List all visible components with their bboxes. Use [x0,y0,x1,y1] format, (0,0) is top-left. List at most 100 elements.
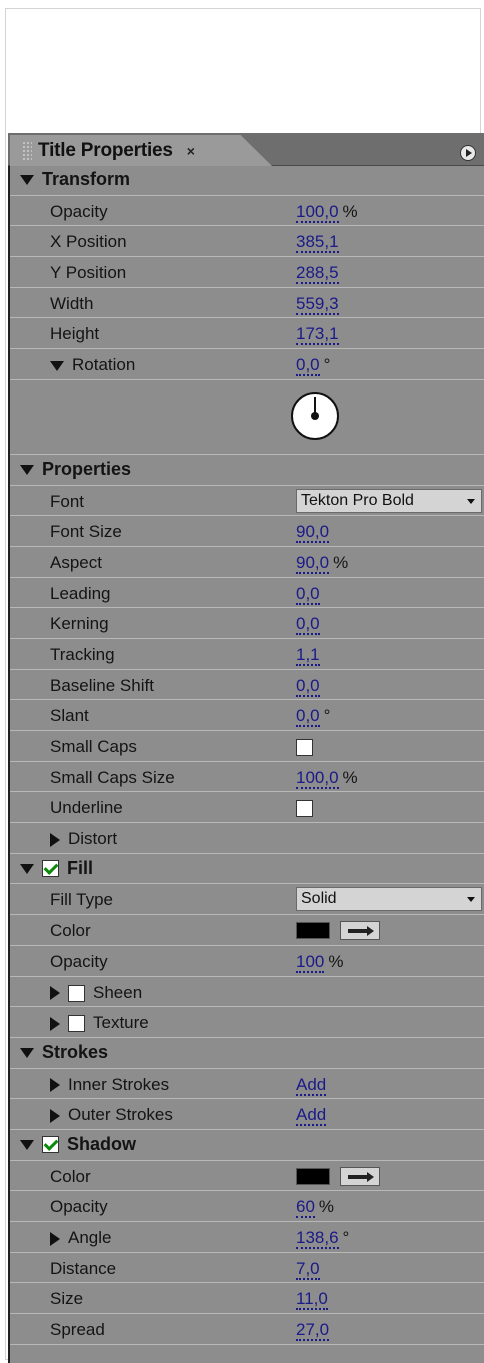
collapse-icon[interactable] [20,174,34,185]
fill-opacity-value[interactable]: 100% [296,951,344,973]
sheen-checkbox[interactable] [68,984,85,1002]
row-underline: Underline [10,792,484,824]
kerning-value[interactable]: 0,0 [296,614,320,636]
section-strokes[interactable]: Strokes [10,1038,484,1069]
add-inner-stroke-link[interactable]: Add [296,1074,327,1096]
baseline-shift-value[interactable]: 0,0 [296,675,320,697]
row-label: Inner Strokes [50,1075,169,1095]
tab-title-properties[interactable]: Title Properties × [10,135,272,166]
chevron-down-icon [467,498,475,504]
row-leading: Leading 0,0 [10,578,484,609]
rotation-dial-icon[interactable] [291,391,339,440]
collapse-icon[interactable] [20,1047,34,1058]
collapse-icon[interactable] [20,1139,34,1150]
shadow-opacity-value[interactable]: 60% [296,1197,334,1219]
row-label: Texture [50,1013,149,1033]
row-label: Outer Strokes [50,1105,173,1125]
tab-label: Title Properties [38,139,173,161]
font-size-value[interactable]: 90,0 [296,522,330,544]
row-inner-strokes[interactable]: Inner Strokes Add [10,1069,484,1100]
row-label: Font [50,491,85,511]
rotation-value[interactable]: 0,0 ° [296,355,330,377]
row-distort[interactable]: Distort [10,823,484,854]
row-label: Height [50,324,100,344]
section-properties[interactable]: Properties [10,455,484,486]
shadow-checkbox[interactable] [42,1136,59,1154]
row-shadow-angle[interactable]: Angle 138,6 ° [10,1222,484,1253]
add-outer-stroke-link[interactable]: Add [296,1105,327,1127]
eyedropper-icon[interactable] [340,921,380,941]
aspect-value[interactable]: 90,0% [296,552,348,574]
fill-color-swatch[interactable] [296,922,330,940]
shadow-spread-value[interactable]: 27,0 [296,1320,330,1342]
row-fill-opacity: Opacity 100% [10,946,484,977]
tracking-value[interactable]: 1,1 [296,644,320,666]
height-value[interactable]: 173,1 [296,324,339,346]
drag-grip-icon[interactable] [22,140,32,161]
row-slant: Slant 0,0 ° [10,700,484,731]
collapse-icon[interactable] [20,464,34,475]
shadow-distance-value[interactable]: 7,0 [296,1258,320,1280]
width-value[interactable]: 559,3 [296,293,339,315]
leading-value[interactable]: 0,0 [296,583,320,605]
expand-icon[interactable] [50,986,60,1001]
shadow-size-value[interactable]: 11,0 [296,1289,328,1311]
row-small-caps: Small Caps [10,731,484,762]
panel-menu-icon[interactable] [460,145,476,161]
row-label: Font Size [50,522,122,542]
row-shadow-distance: Distance 7,0 [10,1253,484,1284]
fill-type-select[interactable]: Solid [296,887,482,912]
panel-tab-bar: Title Properties × [8,133,484,166]
shadow-angle-value[interactable]: 138,6 ° [296,1228,349,1249]
row-rotation[interactable]: Rotation 0,0 ° [10,349,484,380]
small-caps-checkbox[interactable] [296,739,313,757]
row-width: Width 559,3 [10,288,484,319]
small-caps-checkbox-wrap [296,737,313,757]
row-outer-strokes[interactable]: Outer Strokes Add [10,1099,484,1130]
section-label: Fill [67,858,93,879]
row-font: Font Tekton Pro Bold [10,486,484,517]
small-caps-size-value[interactable]: 100,0% [296,767,358,789]
row-label: Aspect [50,552,102,572]
row-label: Color [50,921,91,941]
expand-icon[interactable] [50,832,60,847]
close-icon[interactable]: × [187,143,195,159]
texture-checkbox[interactable] [68,1015,85,1033]
font-select[interactable]: Tekton Pro Bold [296,488,482,513]
underline-checkbox[interactable] [296,800,313,818]
row-font-size: Font Size 90,0 [10,516,484,547]
row-fill-color: Color [10,915,484,946]
row-label: Angle [50,1228,111,1248]
collapse-icon[interactable] [50,360,64,371]
section-shadow[interactable]: Shadow [10,1130,484,1161]
row-label: Sheen [50,983,142,1003]
row-shadow-color: Color [10,1161,484,1192]
opacity-value[interactable]: 100,0% [296,201,358,223]
slant-value[interactable]: 0,0 ° [296,706,330,728]
fill-checkbox[interactable] [42,860,59,878]
y-position-value[interactable]: 288,5 [296,263,339,285]
row-texture[interactable]: Texture [10,1007,484,1038]
section-label: Strokes [42,1042,109,1063]
x-position-value[interactable]: 385,1 [296,232,339,254]
properties-list: Transform Opacity 100,0% X Position 385,… [10,165,484,1345]
section-label: Transform [42,169,131,190]
row-label: Baseline Shift [50,675,154,695]
section-transform[interactable]: Transform [10,165,484,196]
row-opacity: Opacity 100,0% [10,196,484,227]
row-small-caps-size: Small Caps Size 100,0% [10,762,484,793]
row-baseline-shift: Baseline Shift 0,0 [10,670,484,701]
section-fill[interactable]: Fill [10,854,484,885]
expand-icon[interactable] [50,1108,60,1123]
shadow-color-swatch[interactable] [296,1167,330,1185]
eyedropper-icon[interactable] [340,1166,380,1186]
expand-icon[interactable] [50,1078,60,1093]
row-aspect: Aspect 90,0% [10,547,484,578]
row-label: Slant [50,706,89,726]
row-label: X Position [50,232,127,252]
expand-icon[interactable] [50,1231,60,1246]
collapse-icon[interactable] [20,863,34,874]
row-label: Size [50,1289,84,1309]
row-sheen[interactable]: Sheen [10,977,484,1008]
expand-icon[interactable] [50,1016,60,1031]
